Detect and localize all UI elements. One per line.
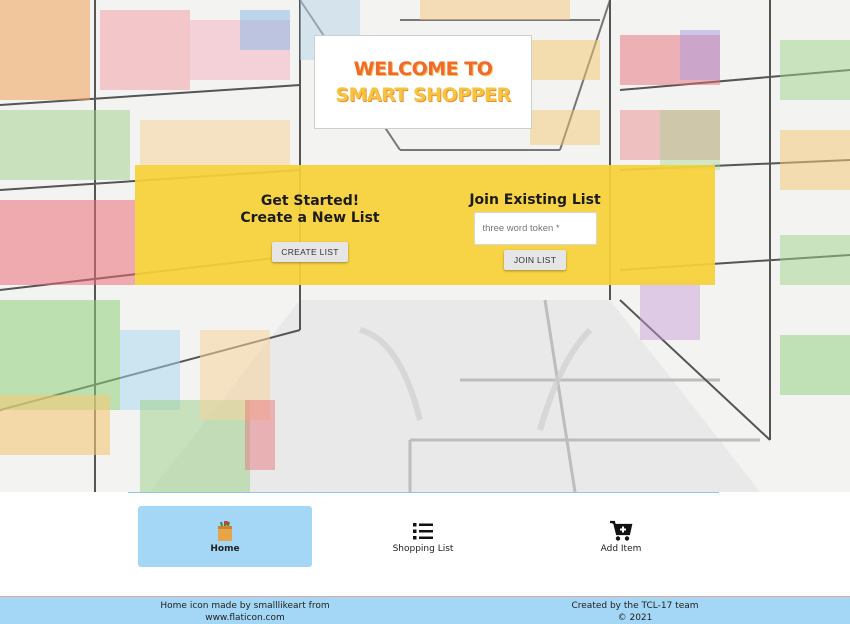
create-list-button[interactable]: CREATE LIST <box>272 242 348 262</box>
create-heading-line1: Get Started! <box>260 193 360 209</box>
welcome-title-line2: SMART SHOPPER <box>335 84 511 106</box>
team-credit: Created by the TCL-17 team © 2021 <box>540 600 730 624</box>
hero-background: WELCOME TO SMART SHOPPER Get Started! Cr… <box>0 0 850 492</box>
icon-credit-link[interactable]: www.flaticon.com <box>130 612 360 624</box>
create-list-section: Get Started! Create a New List CREATE LI… <box>195 165 425 285</box>
welcome-banner: WELCOME TO SMART SHOPPER <box>314 35 532 129</box>
join-list-button[interactable]: JOIN LIST <box>504 250 566 270</box>
nav-divider <box>128 492 719 493</box>
cart-plus-icon <box>609 520 633 542</box>
create-heading-line2: Create a New List <box>240 210 380 226</box>
footer: Home icon made by smalllikeart from www.… <box>0 596 850 624</box>
grocery-bag-icon <box>214 520 236 542</box>
nav-home-label: Home <box>210 543 240 554</box>
welcome-title-line1: WELCOME TO <box>353 58 493 80</box>
join-list-section: Join Existing List JOIN LIST <box>445 165 625 285</box>
copyright: © 2021 <box>617 613 653 623</box>
token-input[interactable] <box>473 212 597 245</box>
list-icon <box>412 520 434 542</box>
get-started-panel: Get Started! Create a New List CREATE LI… <box>135 165 715 285</box>
nav-shopping-list[interactable]: Shopping List <box>336 506 510 567</box>
join-list-heading: Join Existing List <box>469 192 601 208</box>
nav-home[interactable]: Home <box>138 506 312 567</box>
icon-credit-line1: Home icon made by smalllikeart from <box>160 601 330 611</box>
create-list-heading: Get Started! Create a New List <box>240 193 379 227</box>
icon-credit: Home icon made by smalllikeart from www.… <box>130 600 360 624</box>
nav-add-item-label: Add Item <box>600 543 642 554</box>
nav-add-item[interactable]: Add Item <box>534 506 708 567</box>
team-credit-line1: Created by the TCL-17 team <box>571 601 699 611</box>
nav-shopping-list-label: Shopping List <box>392 543 454 554</box>
